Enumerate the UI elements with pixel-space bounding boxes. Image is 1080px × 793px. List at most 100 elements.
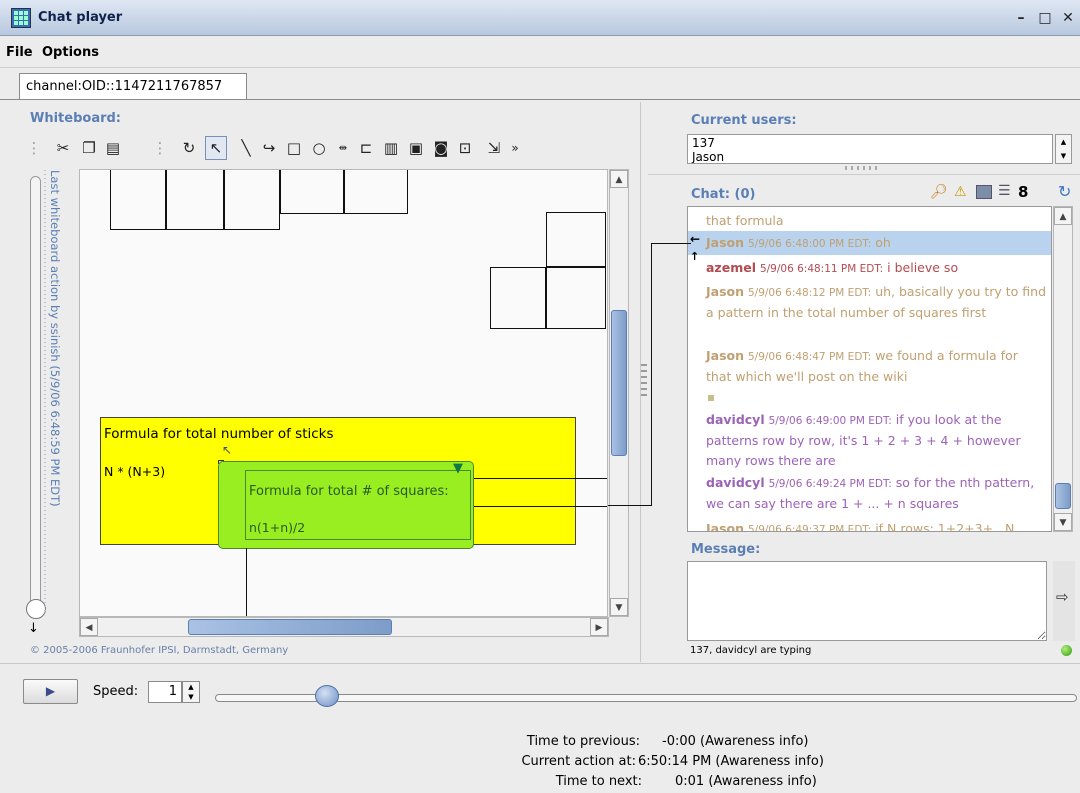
panel-splitter[interactable] [641,364,647,400]
chat-message-time: 5/9/06 6:49:24 PM EDT: [768,478,892,490]
chat-message-user: davidcyl [706,412,765,427]
maximize-icon[interactable]: □ [1036,10,1054,26]
cut-icon[interactable]: ✂ [52,136,74,160]
connector-icon[interactable]: ↪ [258,136,280,160]
user-icon[interactable]: 8 [1018,183,1028,201]
chat-message[interactable]: Jason 5/9/06 6:48:47 PM EDT: we found a … [706,346,1046,387]
arrange-icon[interactable]: ⇲ [483,136,505,160]
picture-icon[interactable]: ⊡ [454,136,476,160]
square-shape[interactable] [110,170,166,230]
time-prev-value: -0:00 (Awareness info) [662,734,809,749]
users-spinner[interactable]: ▲ ▼ [1055,134,1072,164]
refresh-icon[interactable]: ↻ [1058,182,1071,201]
reference-line [651,243,691,244]
warning-icon[interactable]: ⚠ [954,184,967,200]
square-shape[interactable] [490,267,546,329]
user-item[interactable]: 137 [692,136,1048,150]
squares-formula-box[interactable]: Formula for total # of squares: n(1+n)/2… [218,461,474,549]
users-list[interactable]: 137 Jason [687,134,1053,164]
canvas-horizontal-scrollbar[interactable]: ◀ ▶ [79,617,609,637]
speed-spinner[interactable]: ▲ ▼ [182,681,200,703]
square-shape[interactable] [224,170,280,230]
tab-channel[interactable]: channel:OID::1147211767857 [19,73,247,99]
menu-options[interactable]: Options [42,45,99,60]
window-icon[interactable] [976,185,992,199]
scroll-left-icon[interactable]: ◀ [80,618,98,636]
pointer-icon[interactable]: ↖ [205,136,227,160]
sticks-formula-title: Formula for total number of sticks [104,426,334,442]
canvas-hscroll-thumb[interactable] [188,619,392,635]
chat-message[interactable]: Jason 5/9/06 6:48:00 PM EDT: oh [706,233,1046,254]
canvas-vscroll-thumb[interactable] [611,310,627,456]
chat-message-text: i believe so [887,260,959,275]
canvas-vertical-scrollbar[interactable]: ▲ ▼ [609,169,629,617]
users-splitter[interactable] [845,166,881,170]
reference-arrow-icon: ↑ [690,250,700,263]
close-icon[interactable]: ✕ [1059,10,1077,26]
chat-message-list[interactable]: that formula Jason 5/9/06 6:48:00 PM EDT… [687,206,1052,532]
line-icon[interactable]: ╲ [235,136,257,160]
chat-message[interactable]: azemel 5/9/06 6:48:11 PM EDT: i believe … [706,258,1046,279]
time-next-value: 0:01 (Awareness info) [675,774,817,789]
search-icon[interactable]: 🔎︎ [930,184,948,200]
menu-bar: File Options [0,36,1080,68]
camera-icon[interactable]: ◙ [430,136,452,160]
lasso-icon[interactable]: ↻ [178,136,200,160]
chat-message-user: azemel [706,260,756,275]
scroll-right-icon[interactable]: ▶ [590,618,608,636]
window-title: Chat player [38,10,123,25]
list-icon[interactable]: ☰ [998,183,1011,199]
play-icon: ▶ [45,684,56,698]
text-icon[interactable]: ▥ [380,136,402,160]
rectangle-icon[interactable]: □ [283,136,305,160]
chat-message[interactable]: Jason 5/9/06 6:49:37 PM EDT: if N rows: … [706,519,1046,532]
scroll-down-arrow-icon[interactable]: ↓ [28,621,39,636]
scroll-up-icon[interactable]: ▲ [1054,207,1072,225]
speed-input[interactable]: 1 [148,681,182,703]
ellipse-icon[interactable]: ○ [308,136,330,160]
checkmark-icon: ▼ [453,461,463,476]
square-shape[interactable] [166,170,224,230]
chat-message-user: Jason [706,235,745,250]
scroll-up-icon[interactable]: ▲ [610,170,628,188]
message-input[interactable] [687,561,1047,641]
chat-message[interactable]: davidcyl 5/9/06 6:49:00 PM EDT: if you l… [706,410,1046,471]
chat-message-text: that formula [706,213,784,228]
more-icon[interactable]: » [504,136,526,160]
box-arrow-icon[interactable]: ⊏ [355,136,377,160]
sticks-formula-body: N * (N+3) [104,464,166,479]
chat-message[interactable]: davidcyl 5/9/06 6:49:24 PM EDT: so for t… [706,473,1046,514]
chat-message-user: Jason [706,521,745,532]
history-slider-knob[interactable] [26,599,46,619]
chat-scroll-thumb[interactable] [1055,483,1071,509]
user-item[interactable]: Jason [692,150,1048,163]
time-next-label: Time to next: [555,774,642,789]
square-shape[interactable] [344,170,408,214]
playback-slider[interactable] [215,694,1077,702]
time-prev-label: Time to previous: [526,734,640,749]
square-shape[interactable] [280,170,344,214]
history-slider[interactable]: Last whiteboard action by ssinish (5/9/0… [26,170,76,640]
chat-message: that formula [706,211,1046,231]
square-shape[interactable] [546,267,606,329]
scroll-down-icon[interactable]: ▼ [1054,513,1072,531]
status-indicator-icon [1061,645,1072,656]
scroll-down-icon[interactable]: ▼ [610,598,628,616]
link-icon[interactable]: ⇹ [332,136,354,160]
chat-message[interactable]: Jason 5/9/06 6:48:12 PM EDT: uh, basical… [706,282,1046,323]
playback-slider-knob[interactable] [315,685,340,707]
chat-scrollbar[interactable]: ▲ ▼ [1053,206,1073,532]
play-button[interactable]: ▶ [23,679,78,704]
image-icon[interactable]: ▣ [405,136,427,160]
paste-icon[interactable]: ▤ [102,136,124,160]
chat-message-time: 5/9/06 6:48:47 PM EDT: [748,351,872,363]
send-icon[interactable]: ⇨ [1056,588,1069,606]
square-shape[interactable] [546,212,606,267]
toolbar-grip-icon: ⋮ [152,139,168,157]
minimize-icon[interactable]: – [1012,10,1030,26]
chat-message-time: 5/9/06 6:48:11 PM EDT: [759,263,884,275]
copy-icon[interactable]: ❐ [78,136,100,160]
app-icon [11,8,31,28]
whiteboard-canvas[interactable]: Formula for total number of sticks N * (… [79,169,608,617]
menu-file[interactable]: File [6,45,33,60]
